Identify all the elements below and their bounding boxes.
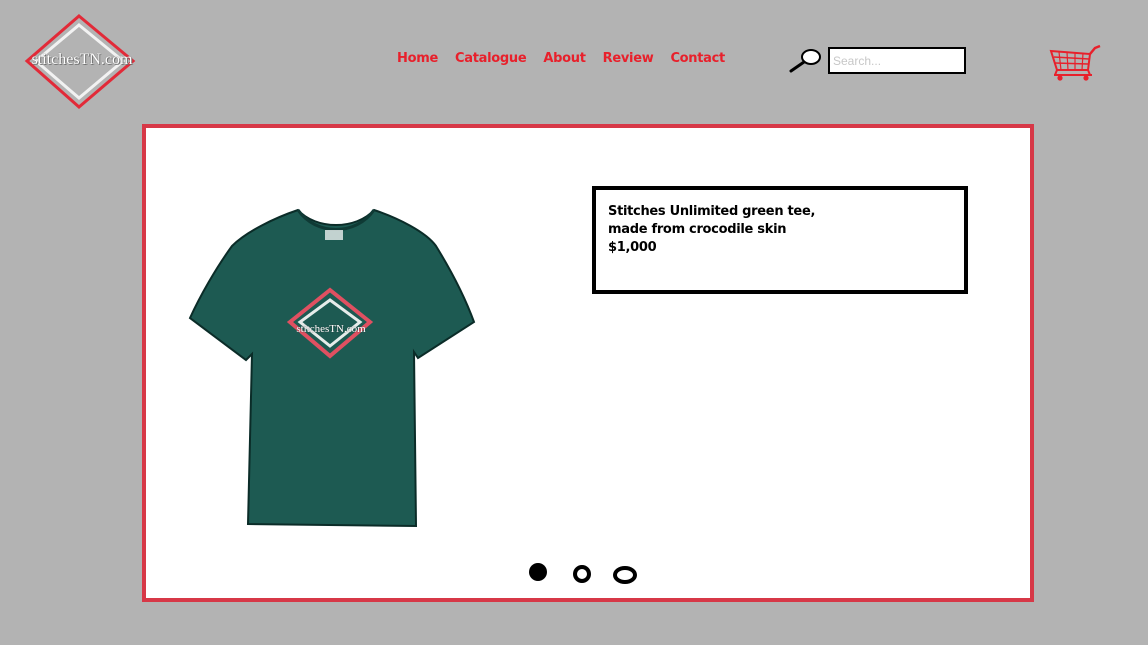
product-name-line2: made from crocodile skin bbox=[608, 222, 787, 237]
tshirt-icon bbox=[188, 208, 476, 528]
tshirt-logo-text: stitchesTN.com bbox=[296, 323, 366, 335]
nav-about-link[interactable]: About bbox=[543, 51, 586, 66]
product-carousel: stitchesTN.com Stitches Unlimited green … bbox=[142, 124, 1034, 602]
search-input[interactable] bbox=[828, 47, 966, 74]
shopping-cart-icon[interactable] bbox=[1048, 44, 1104, 82]
product-info-box: Stitches Unlimited green tee, made from … bbox=[592, 186, 968, 294]
product-price: $1,000 bbox=[608, 240, 657, 255]
search-icon[interactable] bbox=[789, 47, 823, 73]
carousel-dot-3[interactable] bbox=[613, 566, 637, 584]
nav-review-link[interactable]: Review bbox=[603, 51, 654, 66]
logo-text: stitchesTN.com bbox=[31, 51, 133, 68]
carousel-dot-1-active[interactable] bbox=[529, 563, 547, 581]
nav-catalogue-link[interactable]: Catalogue bbox=[455, 51, 527, 66]
nav-home-link[interactable]: Home bbox=[397, 51, 438, 66]
brand-logo[interactable]: stitchesTN.com bbox=[22, 14, 138, 110]
product-image[interactable]: stitchesTN.com bbox=[186, 206, 486, 532]
main-nav: Home Catalogue About Review Contact bbox=[397, 51, 725, 66]
carousel-dot-2[interactable] bbox=[573, 565, 591, 583]
nav-contact-link[interactable]: Contact bbox=[670, 51, 725, 66]
carousel-indicators bbox=[526, 560, 646, 584]
product-name-line1: Stitches Unlimited green tee, bbox=[608, 204, 816, 219]
